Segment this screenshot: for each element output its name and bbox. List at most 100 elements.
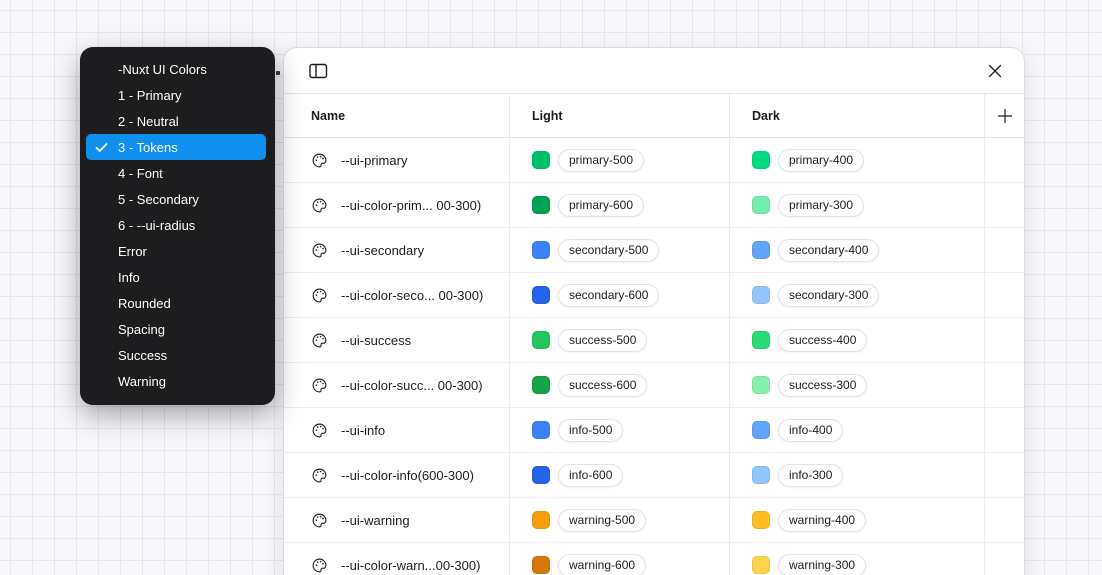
light-mode-cell[interactable]: success-600 <box>509 363 729 407</box>
collection-menu-item[interactable]: 2 - Neutral <box>86 108 266 134</box>
collection-menu-item[interactable]: Info <box>86 264 266 290</box>
light-alias-pill[interactable]: primary-600 <box>558 194 644 217</box>
light-alias-pill[interactable]: primary-500 <box>558 149 644 172</box>
collection-menu-item[interactable]: Success <box>86 342 266 368</box>
collection-menu-item[interactable]: Warning <box>86 368 266 394</box>
variable-name-cell[interactable]: --ui-info <box>284 408 509 452</box>
variable-name-cell[interactable]: --ui-warning <box>284 498 509 542</box>
variable-name-cell[interactable]: --ui-color-succ... 00-300) <box>284 363 509 407</box>
collection-menu-item-label: 2 - Neutral <box>118 114 179 129</box>
dark-mode-cell[interactable]: primary-400 <box>729 138 984 182</box>
light-alias-pill[interactable]: warning-600 <box>558 554 646 575</box>
variable-name-cell[interactable]: --ui-color-seco... 00-300) <box>284 273 509 317</box>
dark-alias-pill[interactable]: success-300 <box>778 374 867 397</box>
light-color-swatch[interactable] <box>532 556 550 574</box>
light-mode-cell[interactable]: warning-600 <box>509 543 729 575</box>
row-actions-cell <box>984 138 1024 182</box>
column-header-name[interactable]: Name <box>284 94 509 137</box>
dark-color-swatch[interactable] <box>752 151 770 169</box>
collection-menu-item[interactable]: Error <box>86 238 266 264</box>
light-alias-pill[interactable]: warning-500 <box>558 509 646 532</box>
light-mode-cell[interactable]: primary-500 <box>509 138 729 182</box>
light-mode-cell[interactable]: warning-500 <box>509 498 729 542</box>
variable-name-cell[interactable]: --ui-color-prim... 00-300) <box>284 183 509 227</box>
sidebar-toggle-icon <box>309 63 328 79</box>
dark-color-swatch[interactable] <box>752 196 770 214</box>
dark-mode-cell[interactable]: success-400 <box>729 318 984 362</box>
light-alias-pill[interactable]: info-500 <box>558 419 623 442</box>
collection-menu-item[interactable]: 1 - Primary <box>86 82 266 108</box>
close-icon <box>988 64 1002 78</box>
dark-color-swatch[interactable] <box>752 466 770 484</box>
variables-panel-toolbar <box>284 48 1024 94</box>
dark-alias-pill[interactable]: secondary-400 <box>778 239 879 262</box>
collection-menu-item[interactable]: 4 - Font <box>86 160 266 186</box>
dark-mode-cell[interactable]: warning-400 <box>729 498 984 542</box>
color-variable-palette-icon <box>311 467 328 484</box>
dark-mode-cell[interactable]: secondary-400 <box>729 228 984 272</box>
light-color-swatch[interactable] <box>532 286 550 304</box>
column-header-dark[interactable]: Dark <box>729 94 984 137</box>
light-mode-cell[interactable]: secondary-500 <box>509 228 729 272</box>
dark-mode-cell[interactable]: success-300 <box>729 363 984 407</box>
light-mode-cell[interactable]: primary-600 <box>509 183 729 227</box>
light-alias-pill[interactable]: info-600 <box>558 464 623 487</box>
light-color-swatch[interactable] <box>532 421 550 439</box>
light-color-swatch[interactable] <box>532 376 550 394</box>
dark-mode-cell[interactable]: warning-300 <box>729 543 984 575</box>
variable-name-cell[interactable]: --ui-success <box>284 318 509 362</box>
light-mode-cell[interactable]: success-500 <box>509 318 729 362</box>
light-alias-pill[interactable]: success-500 <box>558 329 647 352</box>
light-mode-cell[interactable]: info-500 <box>509 408 729 452</box>
collection-menu-item-label: Success <box>118 348 167 363</box>
dark-mode-cell[interactable]: secondary-300 <box>729 273 984 317</box>
dark-alias-pill[interactable]: info-400 <box>778 419 843 442</box>
light-mode-cell[interactable]: info-600 <box>509 453 729 497</box>
toggle-sidebar-button[interactable] <box>305 58 331 84</box>
close-panel-button[interactable] <box>982 58 1008 84</box>
variable-name-cell[interactable]: --ui-color-info(600-300) <box>284 453 509 497</box>
collection-menu-item[interactable]: 6 - --ui-radius <box>86 212 266 238</box>
collection-menu-item[interactable]: Spacing <box>86 316 266 342</box>
light-color-swatch[interactable] <box>532 466 550 484</box>
figma-canvas: { "menu": { "title": "-Nuxt UI Colors", … <box>0 0 1102 575</box>
collection-menu-item[interactable]: 5 - Secondary <box>86 186 266 212</box>
variable-name-cell[interactable]: --ui-primary <box>284 138 509 182</box>
dark-alias-pill[interactable]: info-300 <box>778 464 843 487</box>
light-color-swatch[interactable] <box>532 196 550 214</box>
dark-color-swatch[interactable] <box>752 511 770 529</box>
light-color-swatch[interactable] <box>532 241 550 259</box>
dark-alias-pill[interactable]: primary-300 <box>778 194 864 217</box>
dark-alias-pill[interactable]: primary-400 <box>778 149 864 172</box>
add-mode-button[interactable] <box>992 103 1018 129</box>
row-actions-cell <box>984 318 1024 362</box>
light-color-swatch[interactable] <box>532 331 550 349</box>
dark-alias-pill[interactable]: success-400 <box>778 329 867 352</box>
collection-title[interactable]: -Nuxt UI Colors <box>86 56 266 82</box>
dark-mode-cell[interactable]: info-400 <box>729 408 984 452</box>
collection-menu-item[interactable]: Rounded <box>86 290 266 316</box>
dark-alias-pill[interactable]: warning-400 <box>778 509 866 532</box>
dark-color-swatch[interactable] <box>752 556 770 574</box>
light-mode-cell[interactable]: secondary-600 <box>509 273 729 317</box>
dark-color-swatch[interactable] <box>752 376 770 394</box>
dark-mode-cell[interactable]: info-300 <box>729 453 984 497</box>
dark-color-swatch[interactable] <box>752 286 770 304</box>
dark-color-swatch[interactable] <box>752 241 770 259</box>
light-alias-pill[interactable]: secondary-500 <box>558 239 659 262</box>
light-color-swatch[interactable] <box>532 511 550 529</box>
dark-color-swatch[interactable] <box>752 331 770 349</box>
dark-alias-pill[interactable]: warning-300 <box>778 554 866 575</box>
light-alias-pill[interactable]: secondary-600 <box>558 284 659 307</box>
dark-color-swatch[interactable] <box>752 421 770 439</box>
dark-mode-cell[interactable]: primary-300 <box>729 183 984 227</box>
light-alias-pill[interactable]: success-600 <box>558 374 647 397</box>
light-color-swatch[interactable] <box>532 151 550 169</box>
collection-menu-item[interactable]: 3 - Tokens <box>86 134 266 160</box>
variable-name-cell[interactable]: --ui-secondary <box>284 228 509 272</box>
column-header-light[interactable]: Light <box>509 94 729 137</box>
variable-name: --ui-info <box>341 423 385 438</box>
variable-name-cell[interactable]: --ui-color-warn...00-300) <box>284 543 509 575</box>
color-variable-palette-icon <box>311 287 328 304</box>
dark-alias-pill[interactable]: secondary-300 <box>778 284 879 307</box>
